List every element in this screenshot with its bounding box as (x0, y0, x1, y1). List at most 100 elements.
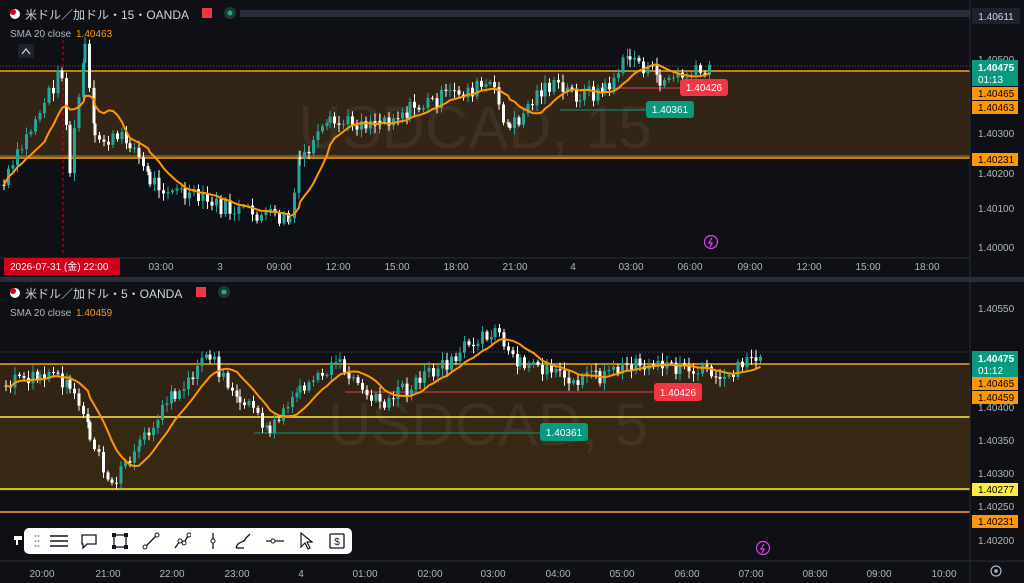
top-y-tick-3: 1.40200 (978, 169, 1015, 180)
bottom-candle-body (723, 376, 726, 379)
top-candle-body (116, 133, 119, 140)
bottom-candle-body (511, 350, 515, 354)
top-red-badge-text: 1.40426 (686, 83, 723, 94)
bottom-candle-body (196, 365, 199, 380)
bottom-candle-body (110, 479, 114, 483)
bottom-candle-body (312, 380, 315, 383)
bottom-candle-body (576, 380, 580, 385)
bottom-candle-body (736, 361, 740, 377)
bottom-candle-body (61, 373, 64, 388)
bottom-candle-body (554, 369, 558, 373)
top-sma-label[interactable]: SMA 20 close (10, 29, 72, 40)
price-label-icon[interactable]: $ (321, 528, 352, 554)
bottom-candle-body (268, 425, 272, 433)
top-candle-body (52, 87, 55, 94)
bottom-flag-marker[interactable] (196, 287, 206, 297)
bottom-candle-body (423, 371, 426, 383)
bottom-candle-body (656, 360, 660, 365)
top-candle-body (658, 74, 662, 86)
top-candle-body (667, 77, 671, 81)
bottom-time-axis[interactable]: 20:00 21:00 22:00 23:00 4 01:00 02:00 03:00 04:0… (29, 569, 956, 580)
menu-lines-icon[interactable] (43, 528, 74, 554)
top-candle-body (426, 97, 430, 109)
top-candle-body (56, 70, 60, 94)
bottom-candle-body (298, 385, 302, 393)
top-candle-body (548, 82, 551, 92)
top-candle-body (552, 80, 556, 92)
top-symbol-title[interactable]: 米ドル／加ドル・15・OANDA (25, 8, 189, 22)
bottom-symbol-title[interactable]: 米ドル／加ドル・5・OANDA (25, 287, 182, 301)
top-candle-body (642, 61, 645, 74)
trendline-icon[interactable] (136, 528, 167, 554)
top-flag-marker[interactable] (202, 8, 212, 18)
bottom-candle-body (143, 432, 146, 440)
top-candle-body (422, 108, 425, 110)
top-candle-body (592, 86, 595, 101)
cursor-icon[interactable] (290, 528, 321, 554)
bottom-x-tick-14: 09:00 (866, 569, 891, 580)
comment-icon[interactable] (74, 528, 105, 554)
bottom-candle-body (507, 346, 510, 351)
bottom-x-tick-12: 07:00 (738, 569, 763, 580)
bottom-candle-body (558, 369, 562, 371)
toolbar-flag-icon[interactable] (12, 534, 24, 546)
vertical-line-icon[interactable] (198, 528, 229, 554)
drawing-toolbar[interactable]: $ (24, 528, 352, 554)
bottom-candle-body (670, 362, 673, 364)
bottom-candle-body (374, 393, 378, 401)
bottom-candle-body (378, 393, 382, 402)
bottom-sma-label[interactable]: SMA 20 close (10, 308, 72, 319)
top-candle-body (612, 77, 616, 90)
path-icon[interactable] (167, 528, 198, 554)
top-candle-body (60, 70, 64, 79)
bottom-candle-body (156, 419, 160, 428)
bottom-candle-body (625, 363, 629, 365)
top-candle-body (628, 56, 632, 60)
top-candle-body (77, 97, 81, 129)
bottom-current-price-text: 1.40475 (978, 354, 1015, 365)
bottom-candle-body (77, 393, 81, 406)
bottom-candle-body (727, 375, 731, 377)
top-candle-body (543, 82, 547, 97)
top-candle-body (448, 90, 452, 92)
top-candle-body (312, 140, 315, 154)
top-chart-pane[interactable]: USDCAD, 15 1.40611 1.40500 1.40300 1.402… (0, 0, 1024, 277)
top-candle-body (98, 135, 101, 140)
top-scroll-bar[interactable] (240, 10, 970, 17)
top-candle-body (255, 214, 259, 221)
bottom-candle-body (213, 356, 216, 360)
drag-handle-icon[interactable] (30, 528, 43, 554)
top-y-tick-4: 1.40100 (978, 204, 1015, 215)
top-candle-body (617, 73, 620, 78)
top-x-tick-13: 15:00 (855, 262, 880, 273)
horizontal-ray-icon[interactable] (259, 528, 290, 554)
bottom-candle-body (338, 359, 342, 362)
top-candle-body (166, 192, 170, 194)
top-y-tick-2: 1.40300 (978, 129, 1015, 140)
brush-icon[interactable] (228, 528, 259, 554)
top-collapse-button[interactable] (18, 44, 34, 58)
top-candle-body (142, 156, 145, 167)
bottom-countdown-text: 01:12 (978, 366, 1003, 377)
bottom-candle-body (243, 402, 246, 406)
bottom-candle-body (441, 360, 444, 369)
bottom-candle-body (102, 451, 105, 473)
top-candle-body (2, 184, 6, 186)
bottom-label-1: 1.40465 (978, 379, 1015, 390)
bottom-candle-body (581, 376, 584, 385)
bottom-y-tick-4: 1.40300 (978, 469, 1015, 480)
bottom-y-tick-3: 1.40350 (978, 436, 1015, 447)
top-candle-body (488, 81, 492, 85)
bottom-candle-body (165, 403, 169, 405)
top-sma-value: 1.40463 (76, 29, 113, 40)
top-green-badge-text: 1.40361 (652, 105, 689, 116)
top-candle-body (506, 122, 510, 124)
top-candle-body (699, 65, 702, 73)
bottom-candle-body (759, 356, 762, 361)
bottom-candle-body (191, 377, 195, 380)
bottom-candle-body (701, 365, 704, 374)
top-candle-body (111, 133, 115, 145)
rectangle-icon[interactable] (105, 528, 136, 554)
bottom-candle-body (454, 356, 458, 362)
top-candle-body (180, 188, 183, 190)
